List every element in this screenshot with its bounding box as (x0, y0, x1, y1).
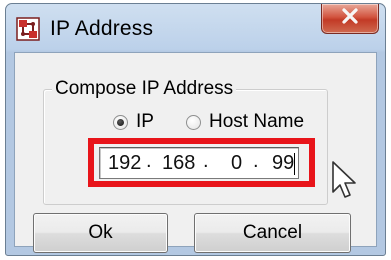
ip-separator: . (203, 150, 209, 172)
radio-host-name-indicator[interactable] (186, 114, 201, 130)
ip-octet-4[interactable]: 99 (272, 152, 294, 175)
radio-host-name-label: Host Name (209, 111, 305, 132)
title-bar[interactable]: IP Address (6, 4, 385, 52)
group-label: Compose IP Address (52, 78, 237, 100)
text-caret (294, 153, 295, 175)
dialog-body: Compose IP Address IP Host Name 192 . 16… (14, 52, 377, 253)
ip-octet-3[interactable]: 0 (231, 152, 242, 175)
mouse-pointer-icon (330, 160, 358, 207)
window-title: IP Address (50, 17, 154, 40)
radio-ip-label: IP (136, 111, 154, 132)
ip-separator: . (146, 150, 152, 172)
cancel-button-label: Cancel (242, 222, 303, 243)
ip-separator: . (253, 150, 259, 172)
radio-ip-indicator[interactable] (113, 114, 128, 130)
ip-address-dialog: IP Address Compose IP Address IP Host Na… (5, 3, 386, 256)
ip-octet-2[interactable]: 168 (162, 152, 195, 175)
close-icon (341, 8, 359, 29)
ok-button-label: Ok (88, 222, 113, 243)
close-button[interactable] (321, 4, 379, 34)
radio-host-name[interactable]: Host Name (186, 111, 304, 133)
network-icon (16, 17, 40, 41)
ok-button[interactable]: Ok (33, 213, 168, 253)
ip-address-input[interactable]: 192 . 168 . 0 . 99 (99, 147, 299, 179)
ip-octet-1[interactable]: 192 (108, 152, 141, 175)
cancel-button[interactable]: Cancel (194, 213, 351, 253)
radio-ip[interactable]: IP (113, 111, 154, 133)
